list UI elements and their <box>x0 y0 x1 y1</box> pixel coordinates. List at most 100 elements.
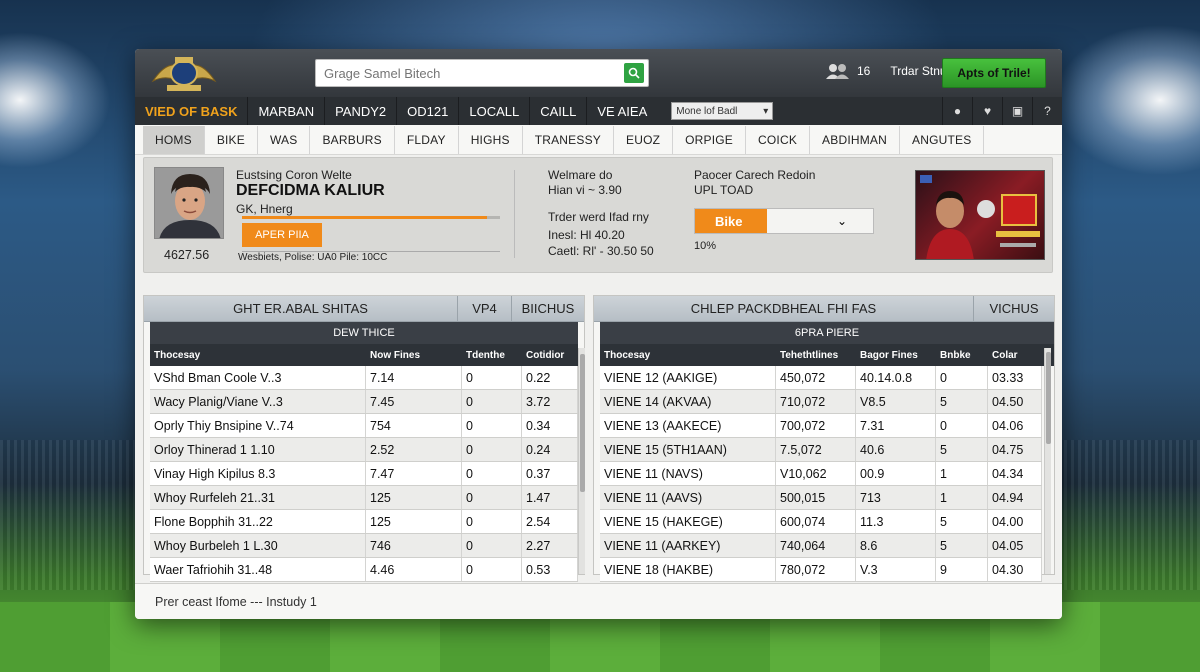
right-col-5[interactable]: Colar <box>988 350 1042 361</box>
nav-select[interactable]: Mone lof Badl ▾ <box>671 102 774 120</box>
nav-item-4[interactable]: LOCALL <box>458 97 529 125</box>
right-col-1[interactable]: Thocesay <box>600 350 776 361</box>
nav-item-3[interactable]: OD121 <box>396 97 458 125</box>
help-icon[interactable]: ? <box>1032 97 1062 125</box>
table-cell: Flone Bopphih 31..22 <box>150 510 366 533</box>
table-cell: 0.34 <box>522 414 578 437</box>
tab-coick[interactable]: COICK <box>746 126 811 154</box>
table-cell: 754 <box>366 414 462 437</box>
table-cell: 3.72 <box>522 390 578 413</box>
table-cell: 0 <box>462 534 522 557</box>
table-cell: 0 <box>462 438 522 461</box>
nav-item-6[interactable]: VE AIEA <box>586 97 657 125</box>
table-cell: Wacy Planig/Viane V..3 <box>150 390 366 413</box>
right-table-col-vichus[interactable]: VICHUS <box>974 296 1054 321</box>
table-row[interactable]: VIENE 11 (NAVS) V10,062 00.9 1 04.34 <box>600 462 1042 486</box>
apple-icon[interactable]: ● <box>942 97 972 125</box>
table-cell: 2.27 <box>522 534 578 557</box>
tab-flday[interactable]: FLDAY <box>395 126 459 154</box>
table-cell: 4.46 <box>366 558 462 581</box>
table-row[interactable]: VIENE 11 (AAVS) 500,015 713 1 04.94 <box>600 486 1042 510</box>
table-cell: 04.05 <box>988 534 1042 557</box>
table-cell: 5 <box>936 390 988 413</box>
table-cell: 0 <box>462 390 522 413</box>
table-row[interactable]: Whoy Rurfeleh 21..31 125 0 1.47 <box>150 486 578 510</box>
left-table-col-biichus[interactable]: BIICHUS <box>512 296 584 321</box>
profile-action-button[interactable]: APER PIIA <box>242 223 322 247</box>
left-table-header: GHT ER.ABAL SHITAS VP4 BIICHUS <box>144 296 584 322</box>
left-col-4[interactable]: Cotidior <box>522 350 578 361</box>
tab-bike[interactable]: BIKE <box>205 126 258 154</box>
tab-highs[interactable]: HIGHS <box>459 126 523 154</box>
tab-homs[interactable]: HOMS <box>143 126 205 154</box>
search-box <box>315 59 649 87</box>
table-cell: 04.34 <box>988 462 1042 485</box>
table-row[interactable]: Vinay High Kipilus 8.3 7.47 0 0.37 <box>150 462 578 486</box>
table-cell: VIENE 11 (AARKEY) <box>600 534 776 557</box>
table-row[interactable]: Orloy Thinerad 1 1.10 2.52 0 0.24 <box>150 438 578 462</box>
right-col-4[interactable]: Bnbke <box>936 350 988 361</box>
table-row[interactable]: VIENE 11 (AARKEY) 740,064 8.6 5 04.05 <box>600 534 1042 558</box>
cta-button[interactable]: Apts of Trile! <box>942 58 1046 88</box>
right-col-2[interactable]: Tehethtlines <box>776 350 856 361</box>
nav-item-2[interactable]: PANDY2 <box>324 97 396 125</box>
table-row[interactable]: Flone Bopphih 31..22 125 0 2.54 <box>150 510 578 534</box>
table-cell: 7.47 <box>366 462 462 485</box>
left-col-1[interactable]: Thocesay <box>150 350 366 361</box>
table-cell: 5 <box>936 438 988 461</box>
heart-icon[interactable]: ♥ <box>972 97 1002 125</box>
left-table-col-vp4[interactable]: VP4 <box>458 296 512 321</box>
table-cell: 0 <box>462 510 522 533</box>
table-row[interactable]: Wacy Planig/Viane V..3 7.45 0 3.72 <box>150 390 578 414</box>
search-button[interactable] <box>624 63 644 83</box>
profile-name: DEFCIDMA KALIUR <box>236 182 385 199</box>
table-row[interactable]: VIENE 14 (AKVAA) 710,072 V8.5 5 04.50 <box>600 390 1042 414</box>
search-input[interactable] <box>316 60 624 86</box>
tab-abdihman[interactable]: ABDIHMAN <box>810 126 900 154</box>
left-table-panel: GHT ER.ABAL SHITAS VP4 BIICHUS DEW THICE… <box>143 295 585 582</box>
left-col-3[interactable]: Tdenthe <box>462 350 522 361</box>
user-area[interactable]: 16 Trdar Stnue <box>825 63 953 79</box>
table-row[interactable]: VIENE 18 (HAKBE) 780,072 V.3 9 04.30 <box>600 558 1042 582</box>
nav-item-5[interactable]: CAILL <box>529 97 586 125</box>
table-cell: V8.5 <box>856 390 936 413</box>
right-scrollbar[interactable] <box>1044 348 1051 574</box>
table-cell: 40.14.0.8 <box>856 366 936 389</box>
table-cell: 04.94 <box>988 486 1042 509</box>
right-line2: UPL TOAD <box>694 183 754 197</box>
tab-tranessy[interactable]: TRANESSY <box>523 126 614 154</box>
profile-card: Eustsing Coron Welte DEFCIDMA KALIUR GK,… <box>143 157 1053 273</box>
left-scroll-thumb[interactable] <box>580 354 585 492</box>
nav-brand[interactable]: VIED OF BASK <box>135 104 247 119</box>
table-row[interactable]: VIENE 13 (AAKECE) 700,072 7.31 0 04.06 <box>600 414 1042 438</box>
mid-line5: Caetl: Rl' - 30.50 50 <box>548 244 654 258</box>
table-row[interactable]: Oprly Thiy Bnsipine V..74 754 0 0.34 <box>150 414 578 438</box>
tab-angutes[interactable]: ANGUTES <box>900 126 985 154</box>
right-scroll-thumb[interactable] <box>1046 352 1051 444</box>
profile-line1: Eustsing Coron Welte <box>236 168 352 182</box>
nav-item-1[interactable]: MARBAN <box>247 97 324 125</box>
tab-was[interactable]: WAS <box>258 126 311 154</box>
table-row[interactable]: VShd Bman Coole V..3 7.14 0 0.22 <box>150 366 578 390</box>
table-cell: Oprly Thiy Bnsipine V..74 <box>150 414 366 437</box>
table-row[interactable]: Waer Tafriohih 31..48 4.46 0 0.53 <box>150 558 578 582</box>
table-row[interactable]: VIENE 12 (AAKIGE) 450,072 40.14.0.8 0 03.33 <box>600 366 1042 390</box>
table-row[interactable]: VIENE 15 (5TH1AAN) 7.5,072 40.6 5 04.75 <box>600 438 1042 462</box>
table-cell: 1 <box>936 486 988 509</box>
promo-banner[interactable] <box>915 170 1045 260</box>
tab-orpige[interactable]: ORPIGE <box>673 126 747 154</box>
bike-dropdown[interactable]: Bike ⌄ <box>694 208 874 234</box>
tab-barburs[interactable]: BARBURS <box>310 126 395 154</box>
right-col-3[interactable]: Bagor Fines <box>856 350 936 361</box>
left-col-2[interactable]: Now Fines <box>366 350 462 361</box>
tab-euoz[interactable]: EUOZ <box>614 126 674 154</box>
table-cell: 00.9 <box>856 462 936 485</box>
table-row[interactable]: VIENE 15 (HAKEGE) 600,074 11.3 5 04.00 <box>600 510 1042 534</box>
left-table-rows: VShd Bman Coole V..3 7.14 0 0.22 Wacy Planig… <box>150 366 584 582</box>
table-cell: 0 <box>462 558 522 581</box>
logo-icon[interactable] <box>149 51 219 95</box>
table-row[interactable]: Whoy Burbeleh 1 L.30 746 0 2.27 <box>150 534 578 558</box>
left-scrollbar[interactable] <box>578 348 585 574</box>
table-cell: 500,015 <box>776 486 856 509</box>
lock-icon[interactable]: ▣ <box>1002 97 1032 125</box>
